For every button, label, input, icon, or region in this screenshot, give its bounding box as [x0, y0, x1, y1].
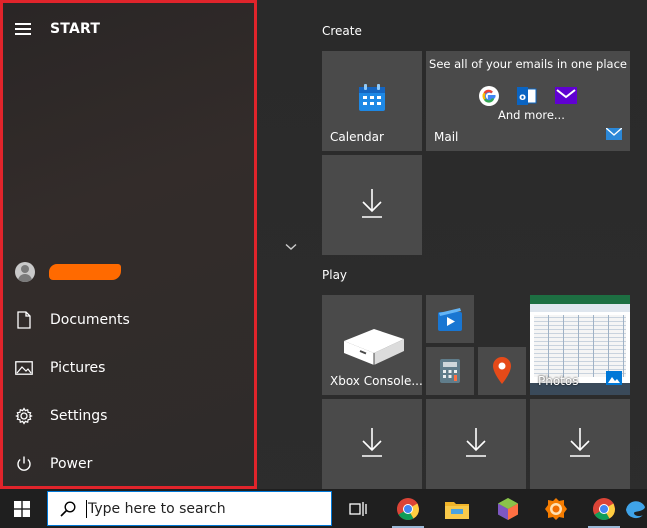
taskbar-chrome[interactable] [386, 489, 430, 528]
download-arrow-icon [568, 426, 592, 462]
tile-download-placeholder[interactable] [322, 155, 422, 255]
orange-app-icon [545, 497, 567, 520]
tile-label: Mail [434, 130, 459, 144]
power-icon [15, 455, 33, 473]
calculator-icon [440, 359, 460, 387]
map-pin-icon [492, 357, 512, 389]
gmail-icon [479, 86, 499, 106]
mail-envelope-icon [605, 125, 623, 144]
folder-icon [445, 501, 469, 519]
user-avatar-icon [15, 262, 35, 282]
gear-icon [15, 407, 33, 425]
document-icon [15, 311, 33, 329]
chrome-icon [397, 497, 419, 520]
task-view-icon [349, 501, 367, 516]
photos-icon [606, 370, 622, 389]
download-arrow-icon [360, 426, 384, 462]
tile-download-placeholder[interactable] [322, 399, 422, 489]
redacted-username [49, 264, 121, 280]
yahoo-mail-icon [555, 87, 577, 108]
chevron-down-icon[interactable] [285, 236, 297, 255]
windows-start-button[interactable] [0, 489, 44, 528]
windows-logo-icon [14, 500, 30, 517]
outlook-icon: o [517, 87, 537, 109]
taskbar-app-orange[interactable] [534, 489, 578, 528]
movies-tv-icon [438, 307, 462, 335]
calendar-icon [358, 84, 386, 116]
taskbar-edge[interactable] [624, 489, 647, 528]
tile-mail[interactable]: See all of your emails in one place o An… [426, 51, 630, 151]
tile-download-placeholder[interactable] [426, 399, 526, 489]
task-view-button[interactable] [336, 489, 380, 528]
tile-calculator[interactable] [426, 347, 474, 395]
group-label-create[interactable]: Create [322, 24, 362, 38]
cube-app-icon [498, 497, 518, 520]
tile-xbox-console[interactable]: Xbox Console... [322, 295, 423, 395]
group-label-play[interactable]: Play [322, 268, 347, 282]
rail-item-pictures[interactable]: Pictures [15, 354, 105, 382]
tile-label: Calendar [330, 130, 384, 144]
taskbar-app-cube[interactable] [486, 489, 530, 528]
tile-photos[interactable]: Photos [530, 295, 630, 395]
search-placeholder: Type here to search [88, 500, 226, 517]
desktop-screen: START Documents Pictures Settings Power … [0, 0, 647, 528]
search-icon [60, 500, 76, 517]
tile-movies-tv[interactable] [426, 295, 474, 343]
start-header: START [15, 21, 100, 37]
download-arrow-icon [464, 426, 488, 462]
rail-item-power[interactable]: Power [15, 450, 92, 478]
user-account-item[interactable] [15, 258, 121, 286]
taskbar: Type here to search [0, 489, 647, 528]
svg-text:o: o [519, 92, 526, 103]
rail-item-label: Power [50, 456, 93, 472]
tile-maps[interactable] [478, 347, 526, 395]
download-arrow-icon [360, 187, 384, 223]
tile-label: Photos [538, 374, 579, 388]
edge-icon [626, 500, 645, 518]
mail-header-text: See all of your emails in one place [429, 57, 627, 71]
start-title: START [50, 21, 101, 37]
start-menu-rail: START Documents Pictures Settings Power [0, 0, 257, 489]
mail-more-text: And more... [498, 108, 565, 122]
tile-download-placeholder[interactable] [530, 399, 630, 489]
tile-label: Xbox Console... [330, 374, 423, 388]
tile-calendar[interactable]: Calendar [322, 51, 422, 151]
rail-item-documents[interactable]: Documents [15, 306, 130, 334]
taskbar-file-explorer[interactable] [435, 489, 479, 528]
text-caret [86, 499, 87, 518]
rail-item-label: Documents [50, 312, 130, 328]
rail-item-label: Settings [50, 408, 108, 424]
taskbar-search-input[interactable]: Type here to search [47, 491, 332, 526]
taskbar-chrome[interactable] [582, 489, 626, 528]
xbox-console-icon [340, 325, 406, 371]
rail-item-label: Pictures [50, 360, 106, 376]
hamburger-menu-icon[interactable] [15, 23, 31, 35]
chrome-icon [593, 497, 615, 520]
picture-icon [15, 359, 33, 377]
rail-item-settings[interactable]: Settings [15, 402, 107, 430]
